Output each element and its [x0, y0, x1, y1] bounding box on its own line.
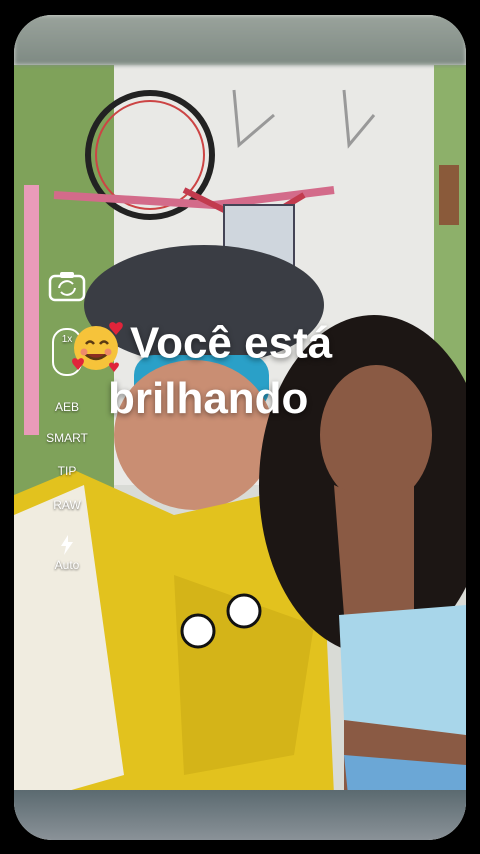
tip-toggle[interactable]: TIP — [40, 464, 94, 478]
greeting-overlay: Você está brilhando — [70, 318, 440, 424]
smiling-face-with-hearts-icon — [72, 322, 123, 372]
top-blur-band — [14, 15, 466, 65]
bottom-blur-band — [14, 790, 466, 840]
flash-button[interactable]: Auto — [40, 535, 94, 572]
flash-mode-label: Auto — [54, 558, 80, 572]
camera-preview-frame — [14, 15, 466, 840]
greeting-line-1-row: Você está — [70, 318, 440, 374]
photo-scene — [14, 15, 466, 840]
greeting-line-2: brilhando — [108, 374, 309, 423]
camera-switch-icon — [48, 272, 86, 302]
greeting-line-1: Você está — [130, 318, 333, 368]
smart-toggle[interactable]: SMART — [40, 431, 94, 445]
camera-switch-button[interactable] — [40, 270, 94, 305]
lightning-bolt-icon — [61, 535, 73, 555]
raw-toggle[interactable]: RAW — [40, 498, 94, 512]
